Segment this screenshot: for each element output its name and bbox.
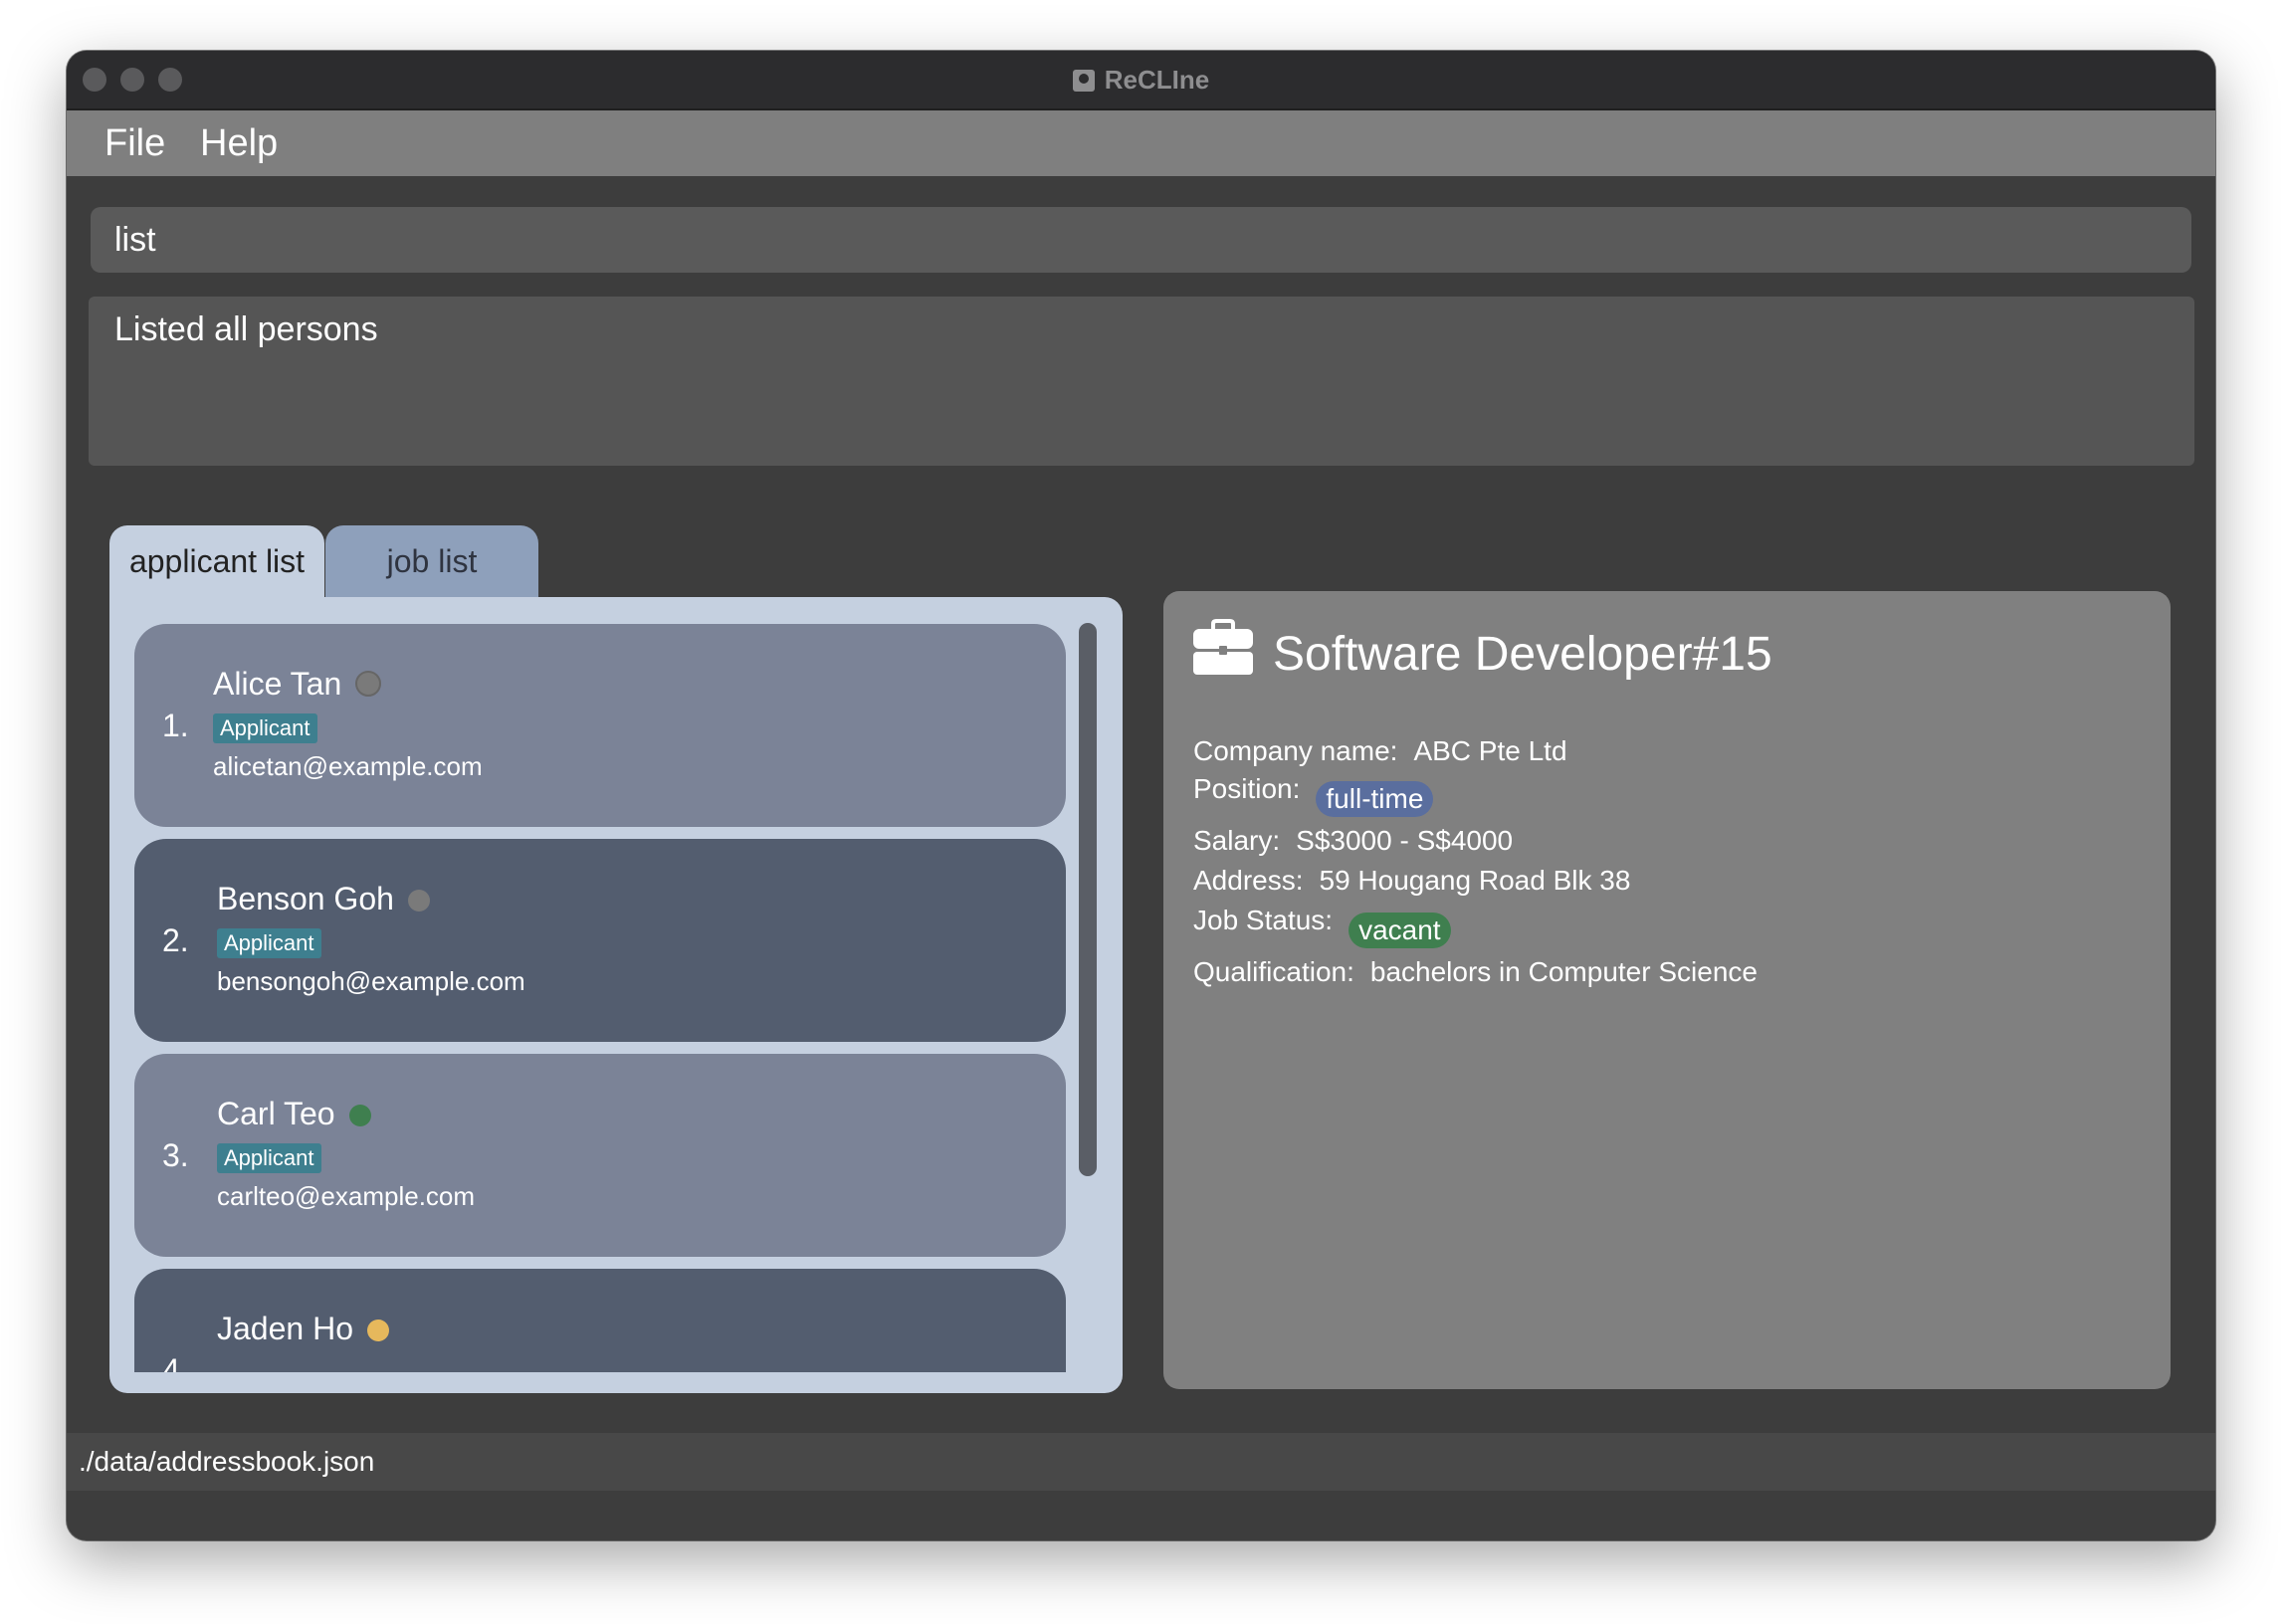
qualification-value: bachelors in Computer Science <box>1369 956 1758 987</box>
card-index: 1. <box>162 708 189 743</box>
command-input-text: list <box>114 221 156 259</box>
job-detail-panel: Software Developer#15 Company name: ABC P… <box>1163 591 2171 1389</box>
job-title: Software Developer#15 <box>1273 628 1772 681</box>
job-status-field: Job Status: vacant <box>1193 905 1451 948</box>
address-label: Address: <box>1193 865 1304 896</box>
tab-applicant-list[interactable]: applicant list <box>109 525 324 597</box>
window-title-text: ReCLIne <box>1104 65 1210 95</box>
list-scrollbar[interactable] <box>1079 623 1097 1176</box>
applicant-name-row: Benson Goh <box>217 881 430 917</box>
position-badge: full-time <box>1316 781 1434 817</box>
job-status-label: Job Status: <box>1193 905 1334 935</box>
result-text: Listed all persons <box>114 310 378 348</box>
salary-field: Salary: S$3000 - S$4000 <box>1193 825 1513 857</box>
applicant-card[interactable]: 1. Alice Tan Applicant alicetan@example.… <box>134 624 1066 827</box>
applicant-name-row: Carl Teo <box>217 1096 371 1132</box>
card-index: 2. <box>162 922 189 958</box>
applicant-list-panel: 1. Alice Tan Applicant alicetan@example.… <box>109 597 1123 1393</box>
applicant-email: bensongoh@example.com <box>217 966 525 996</box>
menu-bar: File Help <box>67 110 2215 176</box>
applicant-name: Alice Tan <box>213 666 342 702</box>
company-field: Company name: ABC Pte Ltd <box>1193 735 1567 767</box>
applicant-tag: Applicant <box>213 713 317 743</box>
applicant-email: alicetan@example.com <box>213 751 483 781</box>
status-dot-icon <box>348 1105 371 1126</box>
app-icon <box>1072 70 1095 92</box>
qualification-label: Qualification: <box>1193 956 1354 987</box>
applicant-card[interactable]: 2. Benson Goh Applicant bensongoh@exampl… <box>134 839 1066 1042</box>
company-label: Company name: <box>1193 735 1398 766</box>
status-dot-icon <box>366 1320 389 1341</box>
salary-value: S$3000 - S$4000 <box>1296 825 1514 856</box>
applicant-tag: Applicant <box>217 928 321 958</box>
applicant-list: 1. Alice Tan Applicant alicetan@example.… <box>134 624 1066 1372</box>
tab-job-list[interactable]: job list <box>325 525 538 597</box>
applicant-name: Benson Goh <box>217 881 394 916</box>
status-bar: ./data/addressbook.json <box>67 1433 2215 1491</box>
salary-label: Salary: <box>1193 825 1281 856</box>
card-index: 4. <box>162 1352 189 1372</box>
card-index: 3. <box>162 1137 189 1173</box>
status-dot-icon <box>407 890 430 912</box>
applicant-tag: Applicant <box>217 1143 321 1173</box>
menu-file[interactable]: File <box>104 110 165 176</box>
window-title: ReCLIne <box>67 51 2215 108</box>
applicant-name: Carl Teo <box>217 1096 335 1131</box>
qualification-field: Qualification: bachelors in Computer Scie… <box>1193 956 1758 988</box>
applicant-email: carlteo@example.com <box>217 1181 476 1211</box>
address-field: Address: 59 Hougang Road Blk 38 <box>1193 865 1630 897</box>
save-file-path: ./data/addressbook.json <box>79 1446 375 1477</box>
applicant-name: Jaden Ho <box>217 1311 353 1346</box>
app-window: ReCLIne File Help list Listed all person… <box>67 51 2215 1540</box>
title-bar: ReCLIne <box>67 51 2215 110</box>
applicant-name-row: Alice Tan <box>213 666 382 703</box>
address-value: 59 Hougang Road Blk 38 <box>1319 865 1631 896</box>
company-value: ABC Pte Ltd <box>1413 735 1567 766</box>
position-label: Position: <box>1193 773 1301 804</box>
applicant-card[interactable]: 4. Jaden Ho <box>134 1269 1066 1372</box>
menu-help[interactable]: Help <box>200 110 278 176</box>
status-dot-icon <box>355 671 382 697</box>
result-display: Listed all persons <box>89 297 2194 466</box>
command-input[interactable]: list <box>91 207 2191 273</box>
briefcase-icon <box>1193 619 1253 675</box>
job-status-badge: vacant <box>1349 913 1451 948</box>
applicant-name-row: Jaden Ho <box>217 1311 389 1347</box>
applicant-card[interactable]: 3. Carl Teo Applicant carlteo@example.co… <box>134 1054 1066 1257</box>
position-field: Position: full-time <box>1193 773 1434 817</box>
